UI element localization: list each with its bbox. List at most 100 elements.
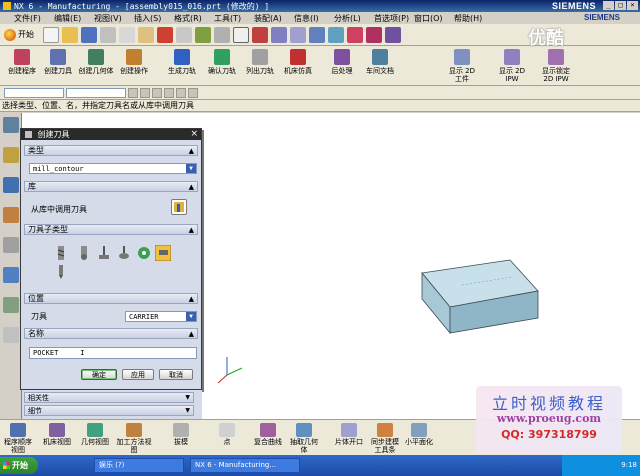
machining-method-view-button[interactable]: 加工方法视图 [116, 423, 152, 454]
snap-intersection-icon[interactable] [188, 87, 198, 98]
system-materials-icon[interactable] [2, 327, 19, 343]
geometry-view-button[interactable]: 几何视图 [78, 423, 112, 446]
sheet-opening-button[interactable]: 片体开口 [332, 423, 366, 446]
create-program-button[interactable]: 创建程序 [2, 49, 42, 75]
program-order-view-button[interactable]: 程序顺序视图 [2, 423, 34, 454]
menu-info[interactable]: 信息(I) [294, 13, 334, 24]
verify-toolpath-button[interactable]: 确认刀轨 [202, 49, 242, 75]
library-group-header[interactable]: 库 ▲ [24, 181, 198, 192]
menu-help[interactable]: 帮助(H) [454, 13, 494, 24]
t-cutter-subtype-icon[interactable] [97, 246, 111, 260]
display-2d-ipw-button[interactable]: 显示 2D IPW [494, 49, 530, 83]
pan-icon[interactable] [271, 26, 287, 43]
mill-tool-subtype-icon[interactable] [54, 246, 68, 260]
create-operation-button[interactable]: 创建操作 [114, 49, 154, 75]
menu-preferences[interactable]: 首选项(P) [374, 13, 414, 24]
history-icon[interactable] [2, 237, 19, 253]
details-row[interactable]: 细节 ▼ [24, 405, 194, 416]
point-button[interactable]: 点 [214, 423, 240, 446]
extract-geometry-button[interactable]: 抽取几何体 [290, 423, 318, 454]
maximize-button[interactable]: □ [615, 1, 626, 10]
list-toolpath-button[interactable]: 列出刀轨 [240, 49, 280, 75]
close-button[interactable]: × [627, 1, 638, 10]
reuse-library-icon[interactable] [2, 207, 19, 223]
delete-icon[interactable] [157, 26, 173, 43]
snap-endpoint-icon[interactable] [152, 87, 162, 98]
ball-mill-subtype-icon[interactable] [77, 246, 91, 260]
analysis-tool-icon[interactable] [385, 26, 401, 43]
menu-format[interactable]: 格式(R) [174, 13, 214, 24]
save-icon[interactable] [81, 26, 97, 43]
composite-curve-button[interactable]: 复合曲线 [250, 423, 286, 446]
barrel-cutter-subtype-icon[interactable] [117, 246, 131, 260]
new-file-icon[interactable] [43, 26, 59, 43]
menu-edit[interactable]: 编辑(E) [54, 13, 94, 24]
undo-icon[interactable] [176, 26, 192, 43]
menu-tools[interactable]: 工具(T) [214, 13, 254, 24]
machine-simulation-button[interactable]: 机床仿真 [278, 49, 318, 75]
facetize-button[interactable]: 小平面化 [402, 423, 436, 446]
drill-subtype-icon[interactable] [54, 265, 68, 279]
paste-icon[interactable] [138, 26, 154, 43]
shaded-render-icon[interactable] [328, 26, 344, 43]
cut-icon[interactable] [100, 26, 116, 43]
name-group-header[interactable]: 名称 ▲ [24, 328, 198, 339]
part-block[interactable] [421, 259, 539, 335]
cancel-button[interactable]: 取消 [159, 369, 193, 380]
type-dropdown[interactable]: mill_contour ▼ [29, 163, 197, 174]
snap-point-icon[interactable] [140, 87, 150, 98]
snap-center-icon[interactable] [176, 87, 186, 98]
retrieve-from-library-button[interactable] [171, 199, 187, 215]
cutter-head-subtype-icon[interactable] [137, 246, 151, 260]
fit-icon[interactable] [233, 26, 249, 43]
menu-analysis[interactable]: 分析(L) [334, 13, 374, 24]
roles-icon[interactable] [2, 297, 19, 313]
repeat-command-icon[interactable] [195, 26, 211, 43]
postprocess-button[interactable]: 后处理 [322, 49, 362, 75]
dialog-close-button[interactable]: × [190, 129, 198, 140]
rotate-icon[interactable] [290, 26, 306, 43]
location-group-header[interactable]: 位置 ▲ [24, 293, 198, 304]
start-menu-button[interactable]: 开始 [4, 28, 34, 41]
selection-icon[interactable] [214, 26, 230, 43]
apply-button[interactable]: 应用 [122, 369, 154, 380]
carrier-subtype-icon[interactable] [155, 245, 171, 261]
dependencies-row[interactable]: 相关性 ▼ [24, 392, 194, 403]
draft-button[interactable]: 拔模 [168, 423, 194, 446]
assembly-navigator-icon[interactable] [2, 147, 19, 163]
zoom-icon[interactable] [252, 26, 268, 43]
create-geometry-button[interactable]: 创建几何体 [76, 49, 116, 75]
copy-icon[interactable] [119, 26, 135, 43]
type-filter-dropdown[interactable] [4, 87, 64, 98]
filter-icon[interactable] [128, 87, 138, 98]
navigator-icon[interactable] [2, 117, 19, 133]
snap-midpoint-icon[interactable] [164, 87, 174, 98]
taskbar-item-entertainment[interactable]: 娱乐 (?) [94, 458, 184, 473]
menu-view[interactable]: 视图(V) [94, 13, 134, 24]
part-navigator-icon[interactable] [2, 177, 19, 193]
display-tool-icon[interactable] [347, 26, 363, 43]
orient-view-icon[interactable] [309, 26, 325, 43]
display-2d-workpiece-button[interactable]: 显示 2D 工件 [446, 49, 478, 83]
minimize-button[interactable]: _ [603, 1, 614, 10]
create-tool-button[interactable]: 创建刀具 [38, 49, 78, 75]
generate-toolpath-button[interactable]: 生成刀轨 [162, 49, 202, 75]
menu-assembly[interactable]: 装配(A) [254, 13, 294, 24]
tool-parent-dropdown[interactable]: CARRIER ▼ [125, 311, 197, 322]
menu-insert[interactable]: 插入(S) [134, 13, 174, 24]
display-locked-2d-ipw-button[interactable]: 显示锁定 2D IPW [536, 49, 576, 83]
open-folder-icon[interactable] [62, 26, 78, 43]
os-start-button[interactable]: 开始 [0, 457, 38, 474]
menu-window[interactable]: 窗口(O) [414, 13, 454, 24]
ok-button[interactable]: 确定 [81, 369, 117, 380]
tool-subtype-group-header[interactable]: 刀具子类型 ▲ [24, 224, 198, 235]
synchronous-modeling-toolbar-button[interactable]: 同步建模工具条 [368, 423, 402, 454]
menu-file[interactable]: 文件(F) [14, 13, 54, 24]
display-path-icon[interactable] [366, 26, 382, 43]
web-browser-icon[interactable] [2, 267, 19, 283]
shop-documentation-button[interactable]: 车间文档 [360, 49, 400, 75]
machine-tool-view-button[interactable]: 机床视图 [40, 423, 74, 446]
tool-name-input[interactable]: POCKET I [29, 347, 197, 359]
type-group-header[interactable]: 类型 ▲ [24, 145, 198, 156]
taskbar-item-nx[interactable]: NX 6 - Manufacturing... [190, 458, 300, 473]
